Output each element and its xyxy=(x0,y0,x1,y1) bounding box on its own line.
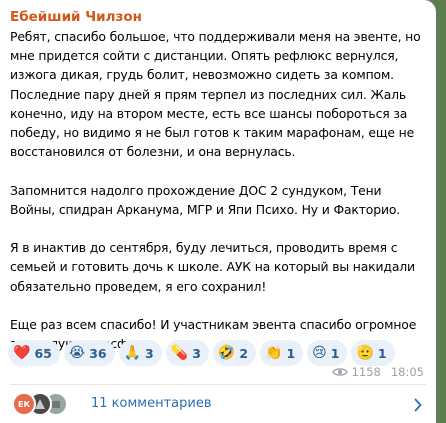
reaction-count: 2 xyxy=(239,345,249,361)
reaction-crying[interactable]: 😭 36 xyxy=(63,340,115,366)
message-paragraph: Запомнится надолго прохождение ДОС 2 сун… xyxy=(10,182,401,217)
reactions-bar: ❤️ 65 😭 36 🙏 3 💊 3 🤣 2 👏 1 😢 1 🫡 1 xyxy=(8,340,395,366)
avatar: ЕК xyxy=(12,392,36,416)
view-count: 1158 xyxy=(351,365,381,379)
commenter-avatars: ЕК xyxy=(12,392,82,416)
chevron-right-icon xyxy=(414,397,422,416)
message-bubble: Ебейший Чилзон Ребят, спасибо большое, ч… xyxy=(0,0,436,423)
reaction-pray[interactable]: 🙏 3 xyxy=(118,340,162,366)
comments-label: 11 комментариев xyxy=(91,396,212,411)
author-name[interactable]: Ебейший Чилзон xyxy=(10,9,142,25)
reaction-clap[interactable]: 👏 1 xyxy=(260,340,304,366)
message-text: Ребят, спасибо большое, что поддерживали… xyxy=(10,27,430,373)
eye-icon xyxy=(331,367,348,377)
reaction-count: 3 xyxy=(145,345,154,361)
avatar-initials: ЕК xyxy=(17,399,30,409)
sad-face-icon: 😢 xyxy=(312,345,327,361)
reaction-pill[interactable]: 💊 3 xyxy=(165,340,209,366)
reaction-heart[interactable]: ❤️ 65 xyxy=(8,340,60,366)
message-paragraph: Ребят, спасибо большое, что поддерживали… xyxy=(10,29,421,160)
salute-face-icon: 🫡 xyxy=(356,345,374,361)
reaction-salute[interactable]: 🫡 1 xyxy=(351,340,395,366)
reaction-sad[interactable]: 😢 1 xyxy=(307,340,348,366)
message-paragraph: Я в инактив до сентября, буду лечиться, … xyxy=(10,240,415,294)
message-meta: 1158 18:05 xyxy=(331,365,424,379)
reaction-count: 3 xyxy=(192,345,201,361)
pill-icon: 💊 xyxy=(170,345,189,361)
message-time: 18:05 xyxy=(390,365,424,379)
comments-button[interactable]: ЕК 11 комментариев xyxy=(0,385,436,423)
reaction-count: 65 xyxy=(34,345,52,361)
reaction-rofl[interactable]: 🤣 2 xyxy=(212,340,257,366)
reaction-count: 36 xyxy=(89,345,107,361)
crying-face-icon: 😭 xyxy=(68,345,86,361)
pray-icon: 🙏 xyxy=(123,345,142,361)
heart-icon: ❤️ xyxy=(13,345,31,361)
reaction-count: 1 xyxy=(377,345,387,361)
reaction-count: 1 xyxy=(330,345,340,361)
reaction-count: 1 xyxy=(286,345,296,361)
clap-icon: 👏 xyxy=(265,345,283,361)
rofl-face-icon: 🤣 xyxy=(217,345,236,361)
